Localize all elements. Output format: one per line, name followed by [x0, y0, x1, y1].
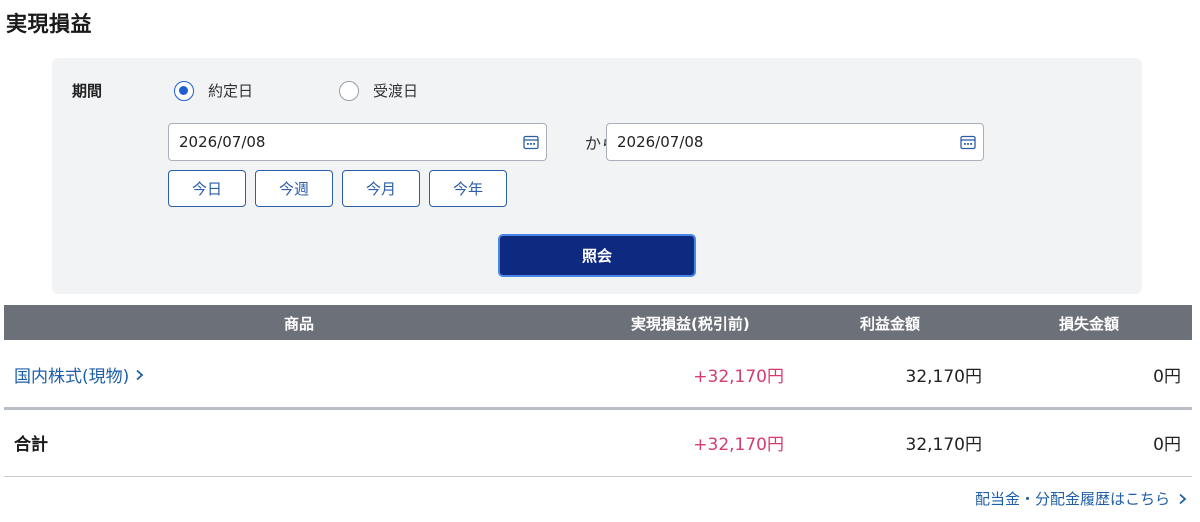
- chevron-right-icon: [136, 369, 144, 380]
- total-label: 合計: [14, 435, 48, 455]
- header-product: 商品: [284, 315, 315, 333]
- product-label[interactable]: 国内株式(現物): [14, 362, 129, 387]
- calendar-icon[interactable]: [960, 134, 976, 150]
- table-header: 商品 実現損益(税引前) 利益金額 損失金額: [4, 305, 1192, 340]
- radio-label-trade-date[interactable]: 約定日: [208, 80, 253, 101]
- page-title: 実現損益: [6, 12, 92, 36]
- total-loss: 0円: [1153, 435, 1181, 455]
- header-loss: 損失金額: [1059, 315, 1120, 333]
- row-loss: 0円: [1153, 367, 1181, 387]
- row-realized-pl: +32,170円: [693, 367, 784, 387]
- total-profit: 32,170円: [905, 435, 982, 455]
- dividend-history-label[interactable]: 配当金・分配金履歴はこちら: [975, 488, 1170, 509]
- this-week-button[interactable]: 今週: [255, 170, 333, 207]
- period-label: 期間: [72, 82, 103, 100]
- this-month-button[interactable]: 今月: [342, 170, 420, 207]
- table-bottom-divider: [4, 476, 1192, 477]
- row-profit: 32,170円: [905, 367, 982, 387]
- date-to-value: 2026/07/08: [617, 133, 704, 151]
- total-realized-pl: +32,170円: [693, 435, 784, 455]
- dividend-history-link[interactable]: 配当金・分配金履歴はこちら: [975, 488, 1188, 509]
- radio-circle-trade-date[interactable]: [174, 80, 194, 101]
- radio-circle-settlement-date[interactable]: [339, 80, 359, 101]
- this-year-button[interactable]: 今年: [429, 170, 507, 207]
- header-realized-pl: 実現損益(税引前): [631, 315, 750, 333]
- search-submit-button[interactable]: 照会: [498, 234, 696, 277]
- radio-label-settlement-date[interactable]: 受渡日: [373, 80, 418, 101]
- radio-trade-date[interactable]: 約定日: [174, 80, 253, 101]
- date-from-value: 2026/07/08: [179, 133, 266, 151]
- filter-panel: 期間 約定日 受渡日 2026/07/08 から 2026/07/08 今日 今…: [52, 58, 1142, 294]
- product-link-domestic-stock[interactable]: 国内株式(現物): [14, 362, 145, 387]
- row-divider: [4, 407, 1192, 410]
- calendar-icon[interactable]: [523, 134, 539, 150]
- radio-settlement-date[interactable]: 受渡日: [339, 80, 418, 101]
- chevron-right-icon: [1179, 493, 1187, 504]
- today-button[interactable]: 今日: [168, 170, 246, 207]
- date-to-field[interactable]: 2026/07/08: [606, 123, 984, 161]
- date-from-field[interactable]: 2026/07/08: [168, 123, 547, 161]
- header-profit: 利益金額: [860, 315, 921, 333]
